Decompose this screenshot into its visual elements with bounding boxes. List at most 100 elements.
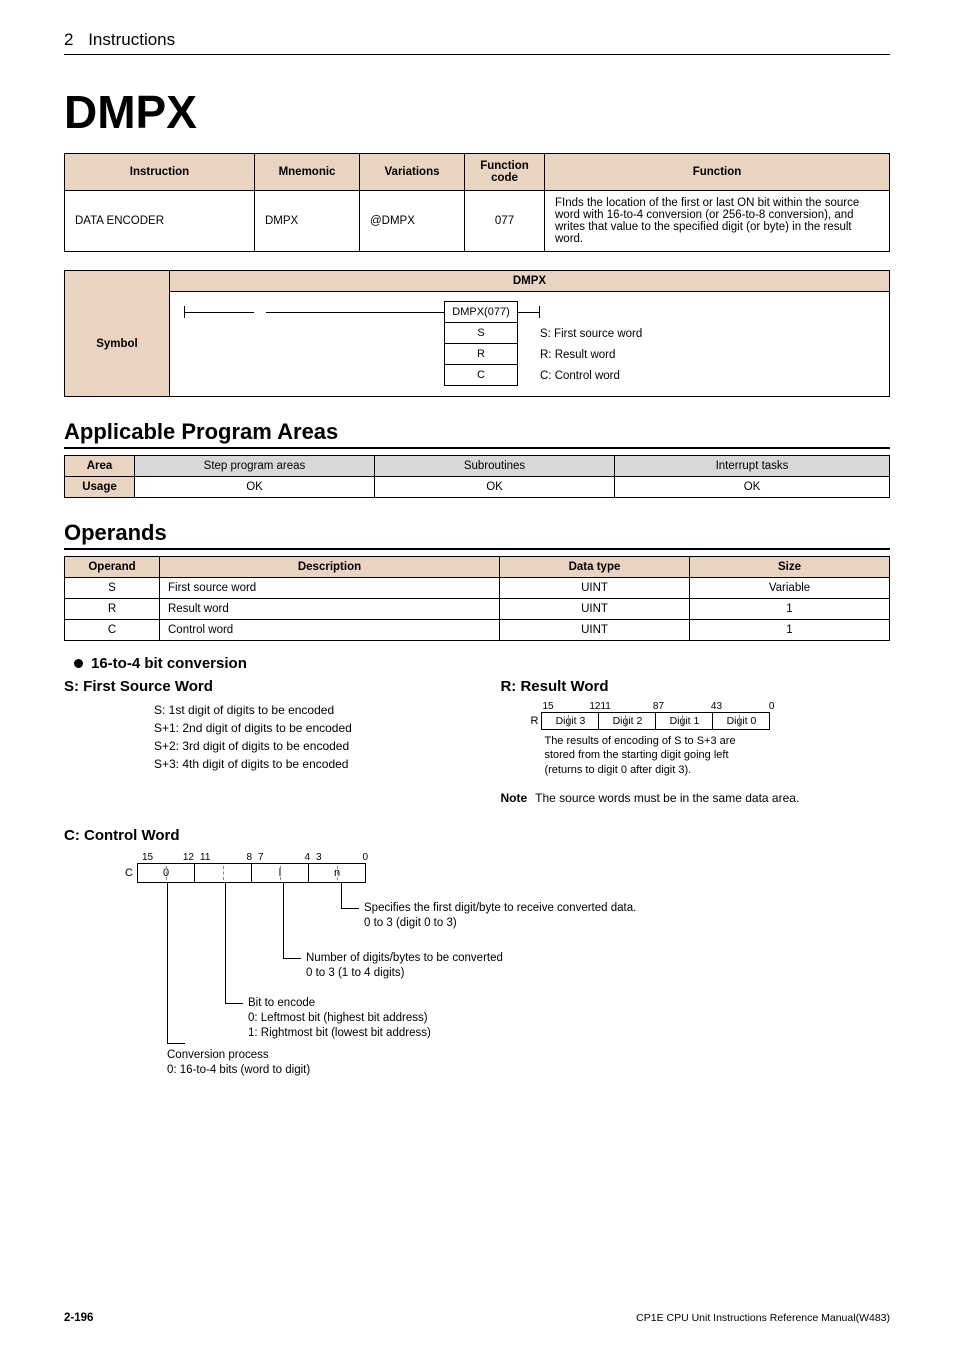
note-row: Note The source words must be in the sam… — [500, 791, 890, 805]
r-description: The results of encoding of S to S+3 are … — [544, 734, 890, 777]
page-footer: 2-196 CP1E CPU Unit Instructions Referen… — [64, 1312, 890, 1324]
op-s: S — [65, 578, 160, 599]
s-line-1: S+1: 2nd digit of digits to be encoded — [154, 719, 460, 737]
ladder-box-name: DMPX(077) — [444, 301, 518, 323]
c-bit-line3: 1: Rightmost bit (lowest bit address) — [248, 1026, 431, 1041]
table-header-row: Instruction Mnemonic Variations Function… — [65, 154, 890, 191]
bit-numbers-row: 15 12 11 8 7 4 3 0 — [542, 701, 890, 712]
op-s-dt: UINT — [500, 578, 690, 599]
r-cell-digit3: Digit 3 — [541, 712, 599, 730]
s-line-3: S+3: 4th digit of digits to be encoded — [154, 755, 460, 773]
subhead-s: S: First Source Word — [64, 678, 460, 695]
usage-int: OK — [615, 477, 890, 498]
cell-variations: @DMPX — [360, 191, 465, 252]
section-heading-operands: Operands — [64, 520, 890, 546]
r-cell-digit0: Digit 0 — [712, 712, 770, 730]
divider — [64, 447, 890, 449]
c-label: C — [120, 867, 138, 879]
area-col-int: Interrupt tasks — [615, 456, 890, 477]
usage-sub: OK — [375, 477, 615, 498]
c-l-line2: 0 to 3 (1 to 4 digits) — [306, 966, 503, 981]
c-cell-d2 — [194, 863, 252, 883]
ladder-top-row: DMPX(077) — [184, 302, 875, 323]
symbol-column-header: DMPX — [170, 271, 890, 292]
divider — [64, 548, 890, 550]
column-right: R: Result Word 15 12 11 8 7 4 3 0 R Digi… — [500, 676, 890, 805]
bitnum-11: 11 — [600, 701, 630, 712]
s-line-0: S: 1st digit of digits to be encoded — [154, 701, 460, 719]
r-cell-digit2: Digit 2 — [598, 712, 656, 730]
bitnum-15: 15 — [542, 701, 574, 712]
op-col-operand: Operand — [65, 557, 160, 578]
table-row: Symbol DMPX(077) S S: First source word — [65, 292, 890, 397]
area-col-step: Step program areas — [135, 456, 375, 477]
s-line-2: S+2: 3rd digit of digits to be encoded — [154, 737, 460, 755]
op-col-dtype: Data type — [500, 557, 690, 578]
bullet-heading-text: 16-to-4 bit conversion — [91, 655, 247, 672]
op-s-size: Variable — [690, 578, 890, 599]
r-word-boxes: R Digit 3 Digit 2 Digit 1 Digit 0 — [526, 712, 890, 730]
c-n-line1: Specifies the first digit/byte to receiv… — [364, 901, 636, 916]
divider — [64, 54, 890, 55]
bitnum-7: 7 — [658, 701, 688, 712]
ladder-box-r: R — [444, 343, 518, 365]
c-l-line1: Number of digits/bytes to be converted — [306, 951, 503, 966]
c-desc-l: Number of digits/bytes to be converted 0… — [306, 951, 503, 981]
table-row: Usage OK OK OK — [65, 477, 890, 498]
col-variations: Variations — [360, 154, 465, 191]
op-r-dt: UINT — [500, 599, 690, 620]
two-column-layout: S: First Source Word S: 1st digit of dig… — [64, 676, 890, 805]
cell-fcode: 077 — [465, 191, 545, 252]
c-desc-n: Specifies the first digit/byte to receiv… — [364, 901, 636, 931]
empty-cell — [65, 271, 170, 292]
footer-doc-title: CP1E CPU Unit Instructions Reference Man… — [636, 1312, 890, 1324]
cb-15: 15 — [142, 852, 153, 863]
cb-4: 4 — [304, 852, 310, 863]
operand-label-s: S: First source word — [540, 328, 642, 340]
rung-line-right — [518, 312, 540, 313]
usage-step: OK — [135, 477, 375, 498]
table-row: R Result word UINT 1 — [65, 599, 890, 620]
note-text: The source words must be in the same dat… — [535, 791, 890, 805]
cb-11: 11 — [200, 852, 210, 863]
bitnum-3: 3 — [716, 701, 746, 712]
s-description-list: S: 1st digit of digits to be encoded S+1… — [154, 701, 460, 773]
col-function: Function — [545, 154, 890, 191]
symbol-table: DMPX Symbol DMPX(077) S — [64, 270, 890, 397]
note-label: Note — [500, 791, 527, 805]
c-conv-line2: 0: 16-to-4 bits (word to digit) — [167, 1063, 310, 1078]
header-section-title: Instructions — [88, 30, 175, 49]
symbol-diagram-cell: DMPX(077) S S: First source word R R: Re… — [170, 292, 890, 397]
r-text-1: The results of encoding of S to S+3 are — [544, 734, 890, 748]
op-c-dt: UINT — [500, 620, 690, 641]
bitnum-0: 0 — [746, 701, 774, 712]
area-col-sub: Subroutines — [375, 456, 615, 477]
section-heading-areas: Applicable Program Areas — [64, 419, 890, 445]
cell-function: FInds the location of the first or last … — [545, 191, 890, 252]
op-col-desc: Description — [160, 557, 500, 578]
operands-table: Operand Description Data type Size S Fir… — [64, 556, 890, 641]
footer-page-number: 2-196 — [64, 1312, 93, 1324]
c-bit-line2: 0: Leftmost bit (highest bit address) — [248, 1011, 431, 1026]
page: 2 Instructions DMPX Instruction Mnemonic… — [0, 0, 954, 1350]
rung-line — [184, 312, 254, 313]
r-cell-digit1: Digit 1 — [655, 712, 713, 730]
usage-header: Usage — [65, 477, 135, 498]
ladder-box-s: S — [444, 322, 518, 344]
table-header-row: DMPX — [65, 271, 890, 292]
c-bit-numbers: 1512 118 74 30 — [138, 852, 890, 863]
subhead-c: C: Control Word — [64, 827, 890, 844]
header-section-number: 2 — [64, 30, 73, 49]
c-control-word-section: C: Control Word 1512 118 74 30 C 0 l n — [64, 827, 890, 1083]
table-row: DATA ENCODER DMPX @DMPX 077 FInds the lo… — [65, 191, 890, 252]
col-mnemonic: Mnemonic — [255, 154, 360, 191]
col-instruction: Instruction — [65, 154, 255, 191]
op-c-size: 1 — [690, 620, 890, 641]
symbol-row-header: Symbol — [65, 292, 170, 397]
cb-12: 12 — [183, 852, 194, 863]
cb-0: 0 — [362, 852, 368, 863]
c-cell-d1: l — [251, 863, 309, 883]
op-s-desc: First source word — [160, 578, 500, 599]
operand-label-r: R: Result word — [540, 349, 615, 361]
c-n-line2: 0 to 3 (digit 0 to 3) — [364, 916, 636, 931]
